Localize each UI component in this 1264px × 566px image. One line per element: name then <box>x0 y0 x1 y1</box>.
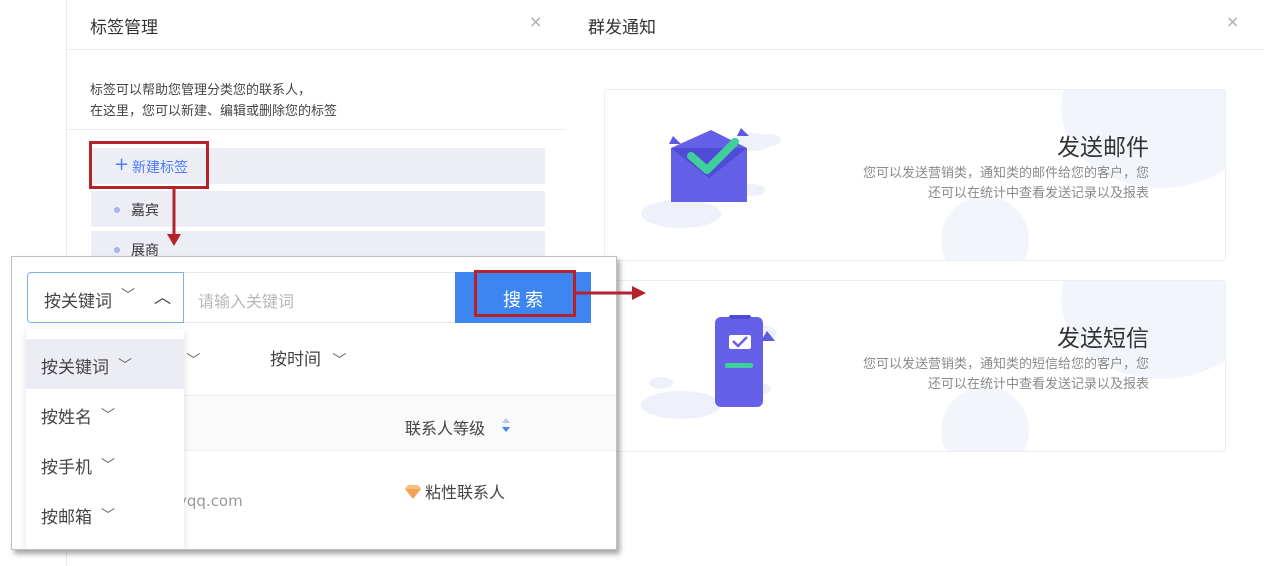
option-label: 按关键词 <box>41 358 109 378</box>
phone-message-icon <box>641 315 777 419</box>
contact-email-fragment: yqq.com <box>178 492 243 510</box>
sort-icon[interactable] <box>501 417 511 433</box>
option-label: 按手机 <box>41 458 92 478</box>
search-button-highlight <box>474 270 576 317</box>
send-email-card[interactable]: 发送邮件 您可以发送营销类，通知类的邮件给您的客户，您 还可以在统计中查看发送记… <box>604 89 1226 261</box>
chevron-up-icon[interactable]: ︿ <box>154 283 171 308</box>
send-sms-card[interactable]: 发送短信 您可以发送营销类，通知类的短信给您的客户，您 还可以在统计中查看发送记… <box>604 280 1226 452</box>
chevron-down-icon: ﹀ <box>186 353 201 369</box>
broadcast-notify-panel: 群发通知 × 发送邮件 您可以发送营销类，通知类的邮件给您的客户，您 还可以在统… <box>566 0 1264 566</box>
notify-panel-header: 群发通知 × <box>566 0 1264 50</box>
send-email-description: 您可以发送营销类，通知类的邮件给您的客户，您 还可以在统计中查看发送记录以及报表 <box>829 164 1149 204</box>
send-sms-title: 发送短信 <box>1057 326 1149 352</box>
tag-panel-header: 标签管理 × <box>67 0 569 50</box>
desc-line-1: 您可以发送营销类，通知类的邮件给您的客户，您 <box>862 166 1149 181</box>
down-arrow-icon <box>167 186 181 246</box>
tag-panel-close-icon[interactable]: × <box>529 12 542 31</box>
envelope-check-icon <box>641 128 781 228</box>
notify-panel-title: 群发通知 <box>588 18 656 38</box>
chevron-down-icon: ﹀ <box>101 508 115 524</box>
search-type-select[interactable]: 按关键词 ﹀ ︿ <box>27 272 184 323</box>
description-line-2: 在这里，您可以新建、编辑或删除您的标签 <box>90 104 338 119</box>
chevron-down-icon: ﹀ <box>332 353 347 369</box>
search-type-value: 按关键词 <box>44 292 112 312</box>
search-type-dropdown: 按关键词 ﹀ 按姓名 ﹀ 按手机 ﹀ 按邮箱 ﹀ <box>26 329 184 549</box>
tag-panel-title: 标签管理 <box>90 18 158 38</box>
contact-level-value: 粘性联系人 <box>404 479 505 503</box>
notify-panel-close-icon[interactable]: × <box>1226 12 1239 31</box>
option-label: 按邮箱 <box>41 508 92 528</box>
right-arrow-icon <box>574 286 646 300</box>
diamond-icon <box>405 485 421 499</box>
keyword-search-input[interactable]: 请输入关键词 <box>184 272 456 323</box>
new-tag-highlight <box>89 141 209 189</box>
tag-panel-description: 标签可以帮助您管理分类您的联系人， 在这里，您可以新建、编辑或删除您的标签 <box>90 80 337 122</box>
send-sms-description: 您可以发送营销类，通知类的短信给您的客户，您 还可以在统计中查看发送记录以及报表 <box>829 355 1149 395</box>
option-label: 按姓名 <box>41 408 92 428</box>
dropdown-option-keyword[interactable]: 按关键词 ﹀ <box>26 339 184 389</box>
chevron-down-icon: ﹀ <box>121 288 135 304</box>
desc-line-1: 您可以发送营销类，通知类的短信给您的客户，您 <box>862 357 1149 372</box>
card-bg-circle <box>941 196 1029 260</box>
dropdown-option-name[interactable]: 按姓名 ﹀ <box>26 389 184 439</box>
tag-item[interactable]: 嘉宾 <box>91 191 545 227</box>
tag-panel-divider <box>67 129 569 130</box>
contact-level-label: 粘性联系人 <box>425 483 506 502</box>
desc-line-2: 还可以在统计中查看发送记录以及报表 <box>927 186 1149 201</box>
tag-item-label: 嘉宾 <box>131 203 159 219</box>
description-line-1: 标签可以帮助您管理分类您的联系人， <box>90 83 312 98</box>
card-bg-circle <box>941 387 1029 451</box>
filter-by-time[interactable]: 按时间 ﹀ <box>270 345 346 370</box>
chevron-down-icon: ﹀ <box>118 358 132 374</box>
column-contact-level[interactable]: 联系人等级 <box>405 415 485 439</box>
table-header-band <box>184 395 616 451</box>
dropdown-option-phone[interactable]: 按手机 ﹀ <box>26 439 184 489</box>
filter-time-label: 按时间 <box>270 350 321 370</box>
keyword-placeholder: 请输入关键词 <box>198 292 295 311</box>
tag-dot-icon <box>114 207 120 213</box>
desc-line-2: 还可以在统计中查看发送记录以及报表 <box>927 377 1149 392</box>
chevron-down-icon: ﹀ <box>101 408 115 424</box>
tag-dot-icon <box>114 247 120 253</box>
send-email-title: 发送邮件 <box>1057 135 1149 161</box>
dropdown-option-email[interactable]: 按邮箱 ﹀ <box>26 489 184 539</box>
chevron-down-icon: ﹀ <box>101 458 115 474</box>
